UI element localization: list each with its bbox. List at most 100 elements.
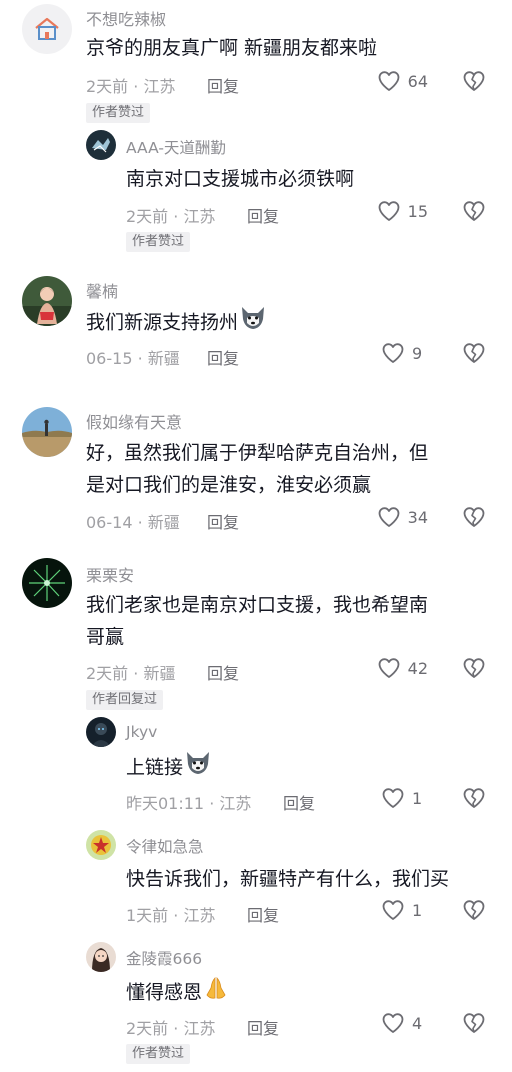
avatar[interactable] (86, 830, 116, 860)
author-liked-badge: 作者赞过 (126, 1044, 191, 1064)
comment-text: 京爷的朋友真广啊 新疆朋友都来啦 (86, 32, 377, 64)
comment-location: 江苏 (183, 906, 216, 925)
comment-text: 我们新源支持扬州 (86, 305, 267, 341)
comment-author[interactable]: 栗栗安 (86, 562, 134, 586)
comment-text-line: 我们新源支持扬州 (86, 311, 239, 334)
dislike-button[interactable] (462, 200, 486, 222)
avatar[interactable] (22, 4, 72, 54)
comment-text-line: 京爷的朋友真广啊 新疆朋友都来啦 (86, 37, 378, 59)
author-liked-badge: 作者赞过 (126, 232, 191, 252)
comment-author[interactable]: 金陵霞666 (126, 947, 202, 969)
dislike-button[interactable] (462, 342, 486, 364)
comment-time: 2天前 (86, 77, 129, 96)
like-count: 34 (407, 507, 428, 527)
comment-author[interactable]: 馨楠 (86, 278, 118, 302)
like-button[interactable]: 64 (377, 70, 428, 92)
like-button[interactable]: 34 (377, 506, 428, 528)
meta-separator: · (132, 349, 148, 368)
comment-time: 昨天01:11 (126, 794, 205, 813)
reply-button[interactable]: 回复 (247, 1015, 279, 1039)
broken-heart-icon (463, 1013, 485, 1033)
comment-meta: 2天前 · 江苏 (126, 203, 215, 227)
comment-text: 我们老家也是南京对口支援，我也希望南 哥赢 (86, 589, 428, 653)
broken-heart-icon (463, 658, 485, 678)
heart-icon (378, 658, 400, 678)
broken-heart-icon (463, 343, 485, 363)
reply-button[interactable]: 回复 (207, 73, 239, 97)
comment-text: 快告诉我们，新疆特产有什么，我们买 (126, 863, 449, 895)
heart-icon (378, 201, 400, 221)
broken-heart-icon (463, 201, 485, 221)
broken-heart-icon (463, 900, 485, 920)
comment-time: 06-15 (86, 349, 133, 368)
avatar[interactable] (86, 130, 116, 160)
avatar[interactable] (22, 407, 72, 457)
like-button[interactable]: 4 (381, 1012, 428, 1034)
like-count: 15 (407, 201, 428, 221)
comment-time: 2天前 (126, 207, 169, 226)
like-count: 4 (412, 1013, 423, 1033)
comment-meta: 2天前 · 新疆 (86, 660, 175, 684)
comment-author[interactable]: 假如缘有天意 (86, 409, 182, 433)
comment-location: 新疆 (143, 664, 176, 683)
comment-meta: 昨天01:11 · 江苏 (126, 790, 251, 814)
avatar[interactable] (86, 942, 116, 972)
reply-item: Jkyv 上链接 昨天01:11 · 江苏 回复 1 (0, 716, 512, 828)
dislike-button[interactable] (462, 506, 486, 528)
comment-time: 2天前 (86, 664, 129, 683)
reply-button[interactable]: 回复 (247, 902, 279, 926)
comment-author[interactable]: 不想吃辣椒 (86, 6, 166, 30)
meta-separator: · (204, 794, 220, 813)
comment-meta: 2天前 · 江苏 (126, 1015, 215, 1039)
meta-separator: · (132, 513, 148, 532)
like-button[interactable]: 15 (377, 200, 428, 222)
reply-button[interactable]: 回复 (247, 203, 279, 227)
reply-item: 金陵霞666 懂得感恩 2天前 · 江苏 回复 4 作者赞过 (0, 941, 512, 1072)
avatar[interactable] (22, 558, 72, 608)
dislike-button[interactable] (462, 899, 486, 921)
dislike-button[interactable] (462, 70, 486, 92)
comment-author[interactable]: 令律如急急 (126, 835, 204, 857)
like-button[interactable]: 1 (381, 787, 428, 809)
comment-location: 新疆 (147, 513, 180, 532)
comment-text-line: 懂得感恩 (126, 981, 203, 1004)
reply-button[interactable]: 回复 (283, 790, 315, 814)
author-replied-badge: 作者回复过 (86, 690, 164, 710)
comment-text-line: 上链接 (126, 756, 184, 779)
reply-button[interactable]: 回复 (207, 509, 239, 533)
like-count: 9 (412, 343, 423, 363)
reply-item: AAA-天道酬勤 南京对口支援城市必须铁啊 2天前 · 江苏 回复 15 作者赞… (0, 130, 512, 260)
comment-meta: 2天前 · 江苏 (86, 73, 175, 97)
praying-hands-emoji (203, 975, 229, 1011)
heart-icon (382, 900, 404, 920)
like-count: 1 (412, 900, 423, 920)
dislike-button[interactable] (462, 657, 486, 679)
like-count: 42 (407, 658, 428, 678)
meta-separator: · (128, 77, 144, 96)
comment-author[interactable]: Jkyv (126, 723, 157, 741)
reply-button[interactable]: 回复 (207, 660, 239, 684)
like-count: 1 (412, 788, 423, 808)
broken-heart-icon (463, 71, 485, 91)
comment-time: 06-14 (86, 513, 133, 532)
comment-text: 上链接 (126, 750, 212, 786)
heart-icon (382, 1013, 404, 1033)
heart-icon (378, 71, 400, 91)
reply-button[interactable]: 回复 (207, 345, 239, 369)
avatar[interactable] (22, 276, 72, 326)
comment-author[interactable]: AAA-天道酬勤 (126, 136, 226, 158)
husky-emoji (184, 750, 212, 786)
like-button[interactable]: 1 (381, 899, 428, 921)
avatar[interactable] (86, 717, 116, 747)
comment-meta: 06-14 · 新疆 (86, 509, 180, 533)
like-button[interactable]: 42 (377, 657, 428, 679)
comment-time: 1天前 (126, 906, 169, 925)
like-button[interactable]: 9 (381, 342, 428, 364)
comment-meta: 1天前 · 江苏 (126, 902, 215, 926)
comment-text-line: 快告诉我们，新疆特产有什么，我们买 (126, 868, 450, 890)
husky-emoji (239, 305, 267, 341)
dislike-button[interactable] (462, 1012, 486, 1034)
comment-location: 新疆 (147, 349, 180, 368)
dislike-button[interactable] (462, 787, 486, 809)
meta-separator: · (168, 207, 184, 226)
